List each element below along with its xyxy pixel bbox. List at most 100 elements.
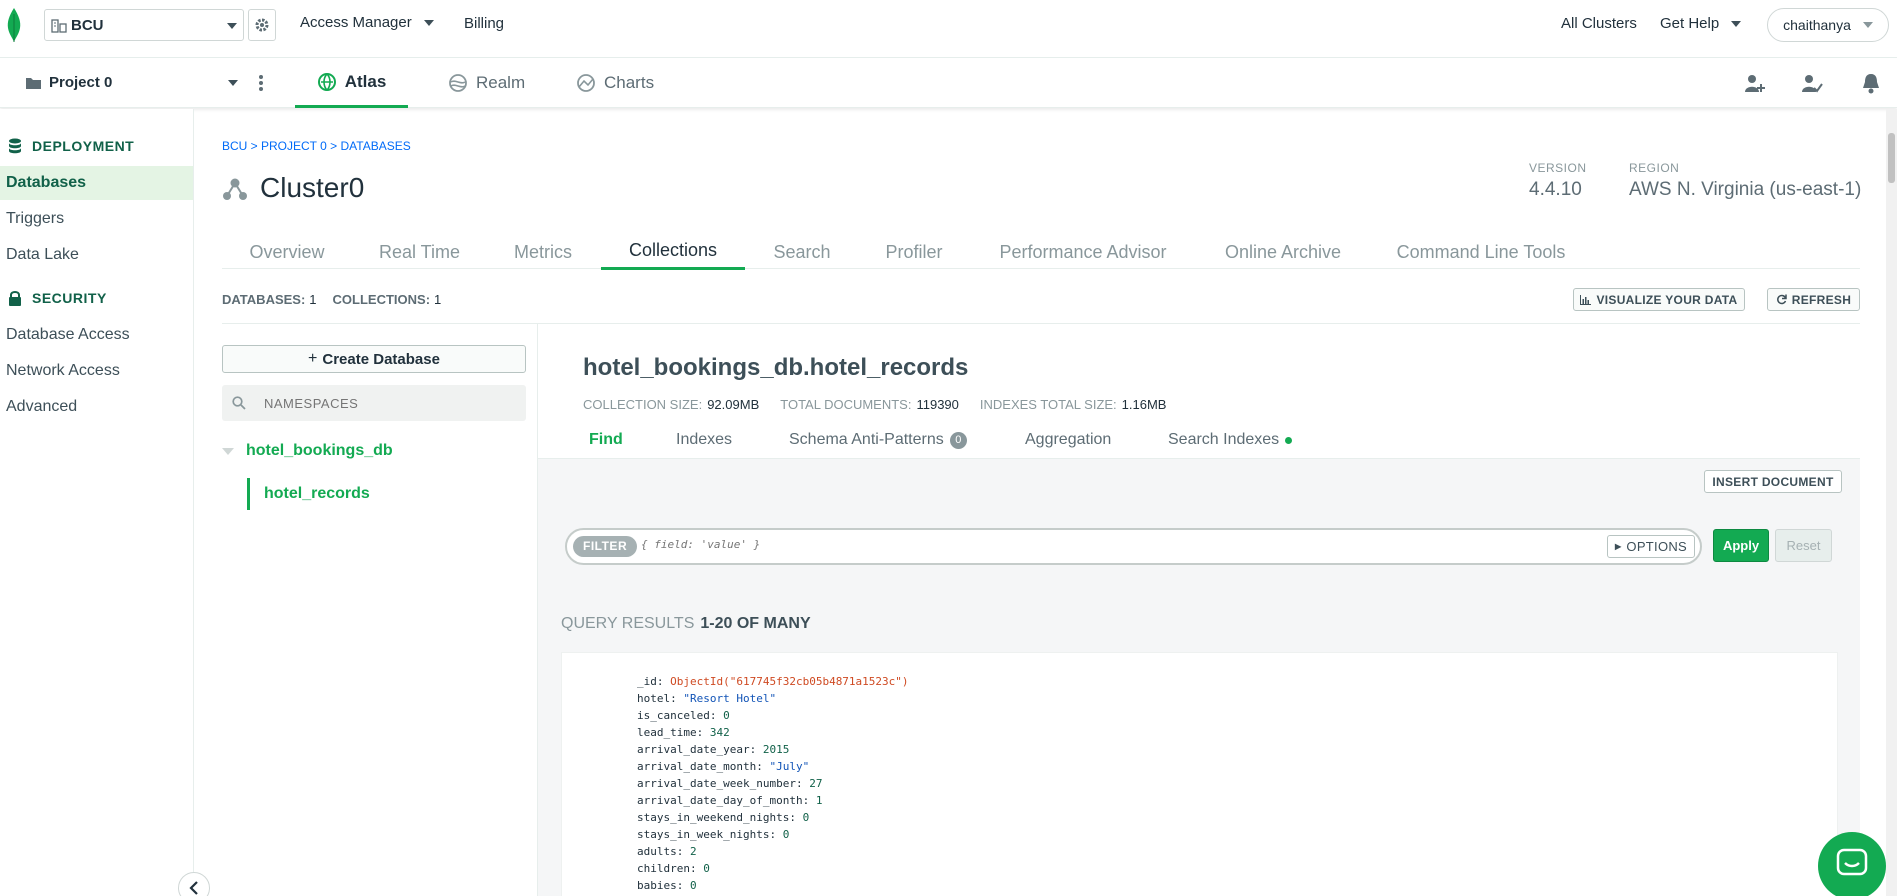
region-value: AWS N. Virginia (us-east-1) — [1629, 179, 1862, 200]
filter-input[interactable] — [641, 538, 1461, 551]
project-navbar: Project 0 Atlas Realm Charts — [0, 58, 1897, 108]
project-select[interactable]: Project 0 — [26, 74, 238, 91]
document-field[interactable]: arrival_date_day_of_month: 1 — [637, 792, 822, 809]
sidebar-item-advanced[interactable]: Advanced — [0, 390, 193, 424]
page-scrollbar[interactable] — [1886, 109, 1897, 896]
get-help-label: Get Help — [1660, 15, 1720, 32]
tab-performance-advisor[interactable]: Performance Advisor — [987, 234, 1179, 270]
field-key: is_canceled — [637, 709, 710, 722]
tab-overview[interactable]: Overview — [222, 234, 352, 270]
subtab-indexes[interactable]: Indexes — [676, 431, 732, 449]
tab-command-line-tools[interactable]: Command Line Tools — [1388, 234, 1574, 270]
tab-online-archive[interactable]: Online Archive — [1212, 234, 1354, 270]
visualize-data-button[interactable]: VISUALIZE YOUR DATA — [1573, 288, 1745, 311]
options-button[interactable]: ▶ OPTIONS — [1607, 535, 1695, 558]
document-field[interactable]: lead_time: 342 — [637, 724, 730, 741]
chevron-down-icon — [1731, 20, 1742, 27]
tab-metrics[interactable]: Metrics — [498, 234, 588, 270]
document-field[interactable]: _id: ObjectId("617745f32cb05b4871a1523c"… — [637, 673, 909, 690]
schema-anti-patterns-label: Schema Anti-Patterns — [789, 431, 944, 448]
namespace-search-input[interactable] — [264, 395, 504, 411]
billing-link[interactable]: Billing — [464, 15, 504, 32]
lock-icon — [9, 291, 21, 306]
caret-right-icon: ▶ — [1614, 542, 1622, 551]
activity-feed-icon[interactable] — [1801, 72, 1823, 94]
document-field[interactable]: stays_in_week_nights: 0 — [637, 826, 789, 843]
document-field[interactable]: is_canceled: 0 — [637, 707, 730, 724]
tab-search[interactable]: Search — [762, 234, 842, 270]
chat-icon — [1836, 848, 1868, 876]
subtab-aggregation[interactable]: Aggregation — [1025, 431, 1111, 449]
query-results-range: 1-20 OF MANY — [700, 615, 811, 632]
indexes-size: 1.16MB — [1121, 397, 1167, 412]
document-field[interactable]: stays_in_weekend_nights: 0 — [637, 809, 809, 826]
caret-down-icon — [222, 447, 234, 455]
collapse-sidebar-button[interactable] — [178, 872, 210, 896]
field-separator: : — [756, 760, 770, 773]
field-key: _id — [637, 675, 657, 688]
tab-charts-label: Charts — [604, 73, 655, 92]
subtab-search-indexes[interactable]: Search Indexes — [1168, 431, 1293, 449]
options-label: OPTIONS — [1626, 539, 1688, 554]
tab-profiler[interactable]: Profiler — [868, 234, 960, 270]
field-separator: : — [749, 743, 763, 756]
refresh-label: REFRESH — [1791, 292, 1852, 307]
database-item[interactable]: hotel_bookings_db — [222, 442, 393, 460]
organization-settings-button[interactable] — [248, 9, 276, 41]
document-field[interactable]: arrival_date_month: "July" — [637, 758, 809, 775]
support-chat-button[interactable] — [1818, 832, 1886, 896]
mongodb-leaf-logo-icon[interactable] — [7, 8, 21, 42]
databases-count-label: DATABASES: — [222, 292, 306, 307]
cluster-icon — [223, 178, 247, 200]
subtab-schema-anti-patterns[interactable]: Schema Anti-Patterns 0 — [789, 431, 967, 449]
reset-button[interactable]: Reset — [1775, 529, 1832, 562]
document-field[interactable]: arrival_date_week_number: 27 — [637, 775, 822, 792]
get-help-menu[interactable]: Get Help — [1660, 15, 1742, 32]
field-value: "July" — [769, 760, 810, 773]
field-value: 0 — [802, 811, 810, 824]
filter-bar: FILTER ▶ OPTIONS — [565, 528, 1702, 565]
sidebar-item-database-access[interactable]: Database Access — [0, 318, 193, 352]
atlas-icon — [317, 72, 336, 91]
more-vertical-icon — [259, 75, 263, 91]
document-field[interactable]: hotel: "Resort Hotel" — [637, 690, 776, 707]
tab-real-time[interactable]: Real Time — [362, 234, 477, 270]
collection-stats: COLLECTION SIZE: 92.09MB TOTAL DOCUMENTS… — [583, 397, 1166, 412]
collection-item[interactable]: hotel_records — [264, 485, 370, 503]
sidebar-item-network-access[interactable]: Network Access — [0, 354, 193, 388]
sidebar-item-triggers[interactable]: Triggers — [0, 202, 193, 236]
field-separator: : — [676, 879, 690, 892]
document-field[interactable]: children: 0 — [637, 860, 710, 877]
create-database-button[interactable]: + Create Database — [222, 345, 526, 373]
sidebar-item-databases[interactable]: Databases — [0, 166, 193, 200]
document-field[interactable]: arrival_date_year: 2015 — [637, 741, 789, 758]
tab-realm[interactable]: Realm — [448, 58, 525, 108]
document-field[interactable]: babies: 0 — [637, 877, 697, 894]
user-menu[interactable]: chaithanya — [1767, 8, 1889, 42]
refresh-button[interactable]: REFRESH — [1767, 288, 1860, 311]
field-value: 2015 — [762, 743, 790, 756]
field-separator: : — [802, 794, 816, 807]
organization-select[interactable]: BCU — [44, 9, 244, 41]
version-value: 4.4.10 — [1529, 179, 1582, 200]
sidebar-item-data-lake[interactable]: Data Lake — [0, 238, 193, 272]
breadcrumb[interactable]: BCU > PROJECT 0 > DATABASES — [222, 139, 411, 153]
tab-collections[interactable]: Collections — [601, 234, 745, 270]
apply-button[interactable]: Apply — [1713, 529, 1769, 562]
add-user-icon[interactable] — [1744, 72, 1766, 94]
field-separator: : — [789, 811, 803, 824]
tab-atlas[interactable]: Atlas — [295, 58, 408, 108]
bell-icon[interactable] — [1861, 72, 1881, 94]
cluster-header: Cluster0 — [222, 172, 364, 204]
tab-charts[interactable]: Charts — [576, 58, 654, 108]
namespace-search[interactable] — [222, 385, 526, 421]
scrollbar-thumb[interactable] — [1888, 133, 1895, 183]
access-manager-menu[interactable]: Access Manager — [300, 14, 434, 31]
document-field[interactable]: adults: 2 — [637, 843, 697, 860]
subtab-find[interactable]: Find — [589, 431, 623, 449]
all-clusters-link[interactable]: All Clusters — [1561, 15, 1637, 32]
cluster-name: Cluster0 — [260, 172, 365, 203]
project-more-menu[interactable] — [258, 72, 264, 94]
insert-document-button[interactable]: INSERT DOCUMENT — [1704, 470, 1842, 493]
field-value: 0 — [703, 862, 710, 875]
